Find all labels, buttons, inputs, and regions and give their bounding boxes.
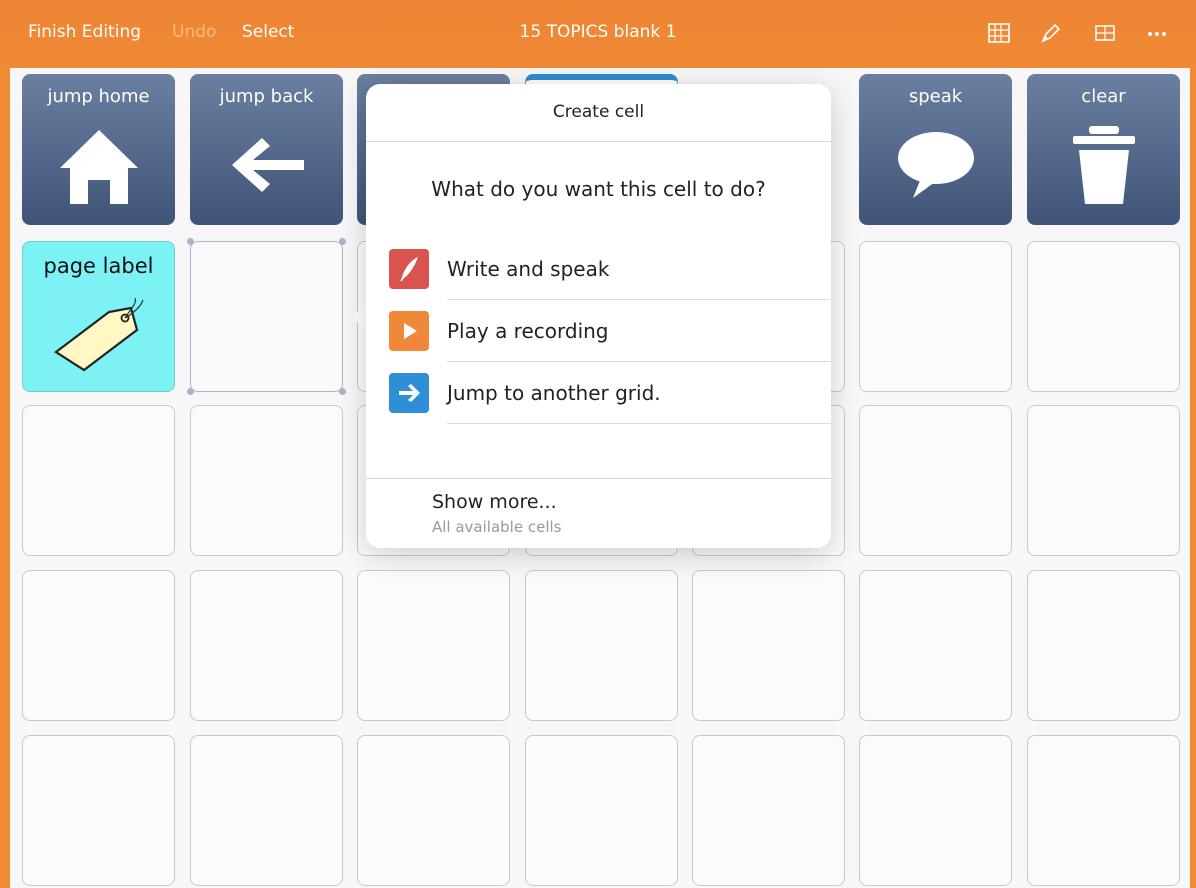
- cell-jump-back[interactable]: jump back: [190, 74, 343, 225]
- option-label: Jump to another grid.: [447, 381, 661, 405]
- resize-handle[interactable]: [339, 388, 346, 395]
- more-icon[interactable]: [1144, 20, 1170, 46]
- show-more-button[interactable]: Show more...: [432, 491, 557, 513]
- select-button[interactable]: Select: [242, 22, 294, 42]
- table-icon[interactable]: [1092, 20, 1118, 46]
- cell-label: clear: [1081, 86, 1126, 107]
- resize-handle[interactable]: [339, 238, 346, 245]
- empty-cell[interactable]: [525, 570, 678, 721]
- empty-cell[interactable]: [357, 735, 510, 886]
- tag-icon: [54, 297, 144, 372]
- empty-cell[interactable]: [1027, 735, 1180, 886]
- empty-cell[interactable]: [1027, 241, 1180, 392]
- option-write-and-speak[interactable]: Write and speak: [366, 238, 831, 300]
- empty-cell[interactable]: [692, 570, 845, 721]
- quill-icon: [389, 249, 429, 289]
- empty-cell[interactable]: [1027, 405, 1180, 556]
- cell-label: jump back: [219, 86, 314, 107]
- empty-cell[interactable]: [525, 735, 678, 886]
- empty-cell[interactable]: [22, 735, 175, 886]
- trash-icon: [1073, 126, 1135, 204]
- resize-handle[interactable]: [187, 388, 194, 395]
- option-jump-to-grid[interactable]: Jump to another grid.: [366, 362, 831, 424]
- show-more-subtitle: All available cells: [432, 518, 562, 536]
- arrow-right-icon: [389, 373, 429, 413]
- empty-cell[interactable]: [190, 405, 343, 556]
- cell-label: speak: [908, 86, 963, 107]
- popover-arrow: [352, 304, 366, 330]
- finish-editing-button[interactable]: Finish Editing: [28, 22, 141, 42]
- empty-cell[interactable]: [190, 735, 343, 886]
- popover-title: Create cell: [366, 84, 831, 142]
- option-play-recording[interactable]: Play a recording: [366, 300, 831, 362]
- divider: [447, 423, 831, 424]
- empty-cell[interactable]: [692, 735, 845, 886]
- speech-bubble-icon: [898, 132, 974, 198]
- empty-cell[interactable]: [859, 241, 1012, 392]
- option-label: Write and speak: [447, 257, 610, 281]
- popover-question: What do you want this cell to do?: [431, 177, 766, 201]
- toolbar: Finish Editing Undo Select 15 TOPICS bla…: [0, 0, 1196, 68]
- undo-button[interactable]: Undo: [172, 22, 216, 42]
- cell-label: page label: [43, 254, 154, 278]
- empty-cell[interactable]: [859, 735, 1012, 886]
- empty-cell[interactable]: [859, 570, 1012, 721]
- option-label: Play a recording: [447, 319, 609, 343]
- home-icon: [60, 130, 138, 204]
- cell-jump-home[interactable]: jump home: [22, 74, 175, 225]
- play-icon: [389, 311, 429, 351]
- empty-cell[interactable]: [1027, 570, 1180, 721]
- cell-selected-empty[interactable]: [187, 238, 346, 395]
- empty-cell[interactable]: [357, 570, 510, 721]
- pen-tool-icon[interactable]: [1038, 20, 1064, 46]
- grid-layout-icon[interactable]: [986, 20, 1012, 46]
- arrow-left-icon: [232, 138, 304, 192]
- cell-speak[interactable]: speak: [859, 74, 1012, 225]
- empty-cell[interactable]: [22, 405, 175, 556]
- resize-handle[interactable]: [187, 238, 194, 245]
- grid-title: 15 TOPICS blank 1: [519, 22, 677, 42]
- cell-page-label[interactable]: page label: [22, 241, 175, 392]
- empty-cell[interactable]: [22, 570, 175, 721]
- empty-cell[interactable]: [190, 570, 343, 721]
- create-cell-popover: Create cell What do you want this cell t…: [366, 84, 831, 548]
- empty-cell[interactable]: [859, 405, 1012, 556]
- divider: [366, 478, 831, 479]
- cell-label: jump home: [47, 86, 150, 107]
- cell-clear[interactable]: clear: [1027, 74, 1180, 225]
